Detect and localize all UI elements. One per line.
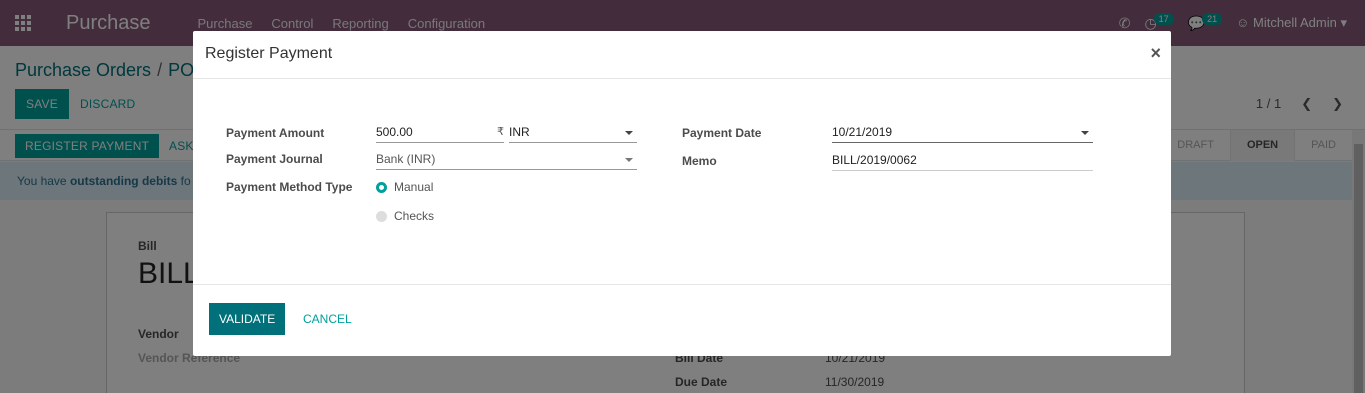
radio-manual-label: Manual [394,180,434,194]
caret-down-icon [1081,131,1089,135]
currency-symbol: ₹ [497,126,504,138]
validate-button[interactable]: VALIDATE [209,303,286,335]
currency-select[interactable]: INR [509,123,637,143]
radio-checks[interactable]: Checks [376,209,434,223]
radio-manual[interactable]: Manual [376,180,433,194]
dialog-footer: VALIDATE CANCEL [193,285,1171,355]
memo-label: Memo [682,154,717,168]
memo-input[interactable]: BILL/2019/0062 [832,151,1093,171]
payment-amount-label: Payment Amount [226,126,325,140]
payment-amount-value: 500.00 [376,125,413,139]
caret-down-icon [625,131,633,135]
dialog-header: Register Payment × [193,31,1171,79]
payment-amount-input[interactable]: 500.00 ₹ [376,123,504,143]
payment-date-label: Payment Date [682,126,762,140]
payment-journal-value: Bank (INR) [376,152,436,166]
close-icon[interactable]: × [1150,43,1161,64]
cancel-button[interactable]: CANCEL [303,312,352,326]
payment-journal-select[interactable]: Bank (INR) [376,150,637,170]
radio-selected-icon [376,181,387,193]
payment-method-label: Payment Method Type [226,180,353,194]
radio-unselected-icon [376,210,387,222]
payment-journal-label: Payment Journal [226,152,323,166]
caret-down-icon [625,158,633,162]
register-payment-dialog: Register Payment × Payment Amount 500.00… [193,31,1171,356]
dialog-title: Register Payment [205,45,333,62]
payment-date-input[interactable]: 10/21/2019 [832,123,1093,143]
payment-date-value: 10/21/2019 [832,125,893,139]
currency-value: INR [509,125,530,139]
memo-value: BILL/2019/0062 [832,153,917,167]
radio-checks-label: Checks [394,209,435,223]
dialog-body: Payment Amount 500.00 ₹ INR Payment Jour… [193,79,1171,285]
